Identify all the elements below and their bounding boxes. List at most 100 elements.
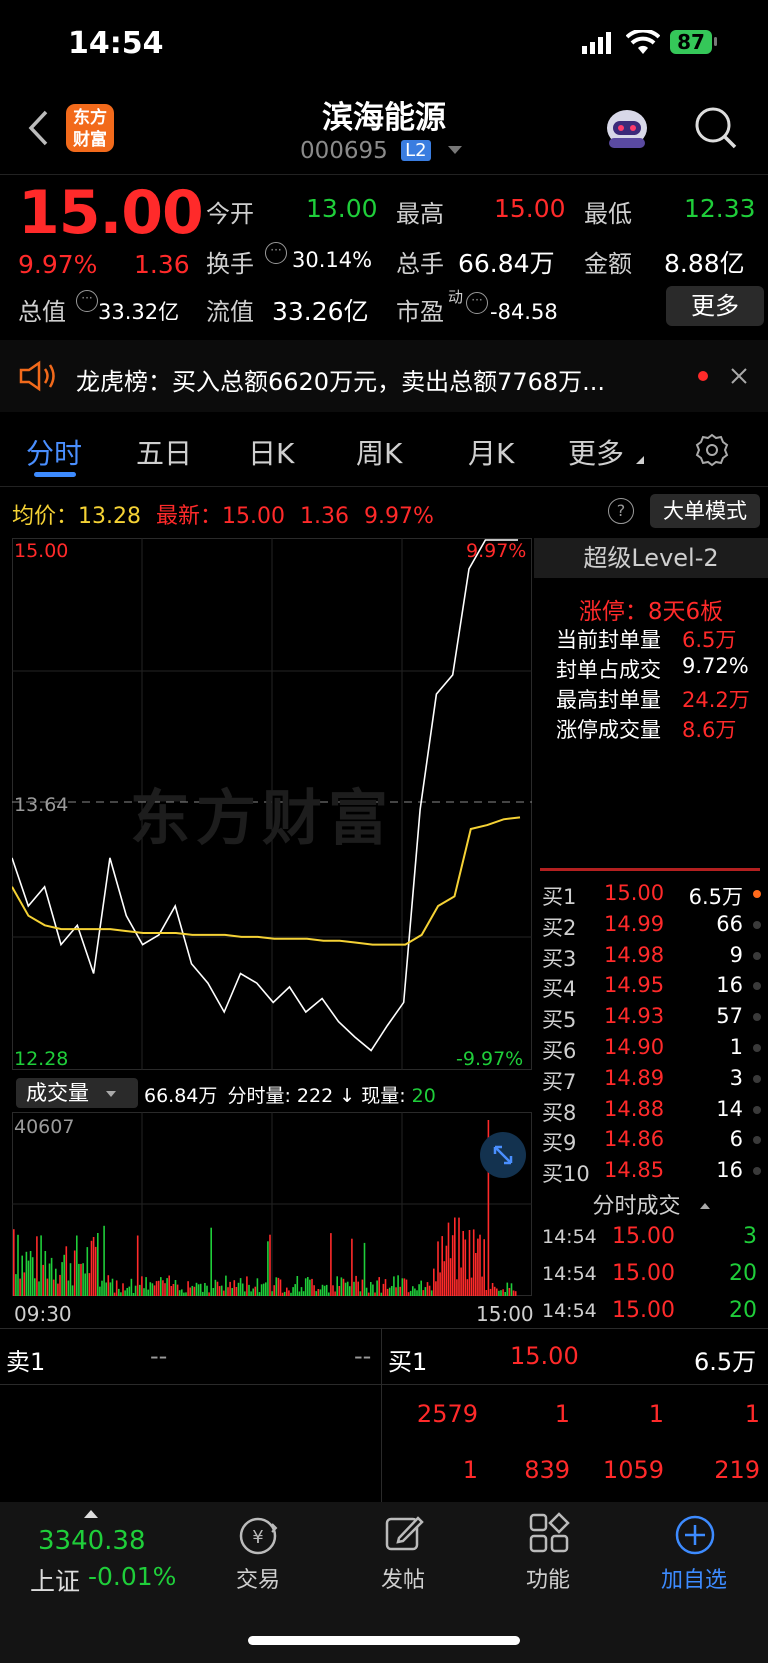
volume-bar bbox=[84, 1273, 86, 1296]
help-icon[interactable]: ? bbox=[608, 498, 634, 524]
volume-bar bbox=[40, 1235, 42, 1296]
volume-bar bbox=[372, 1284, 374, 1296]
volume-bar bbox=[510, 1283, 513, 1296]
bid-level-row[interactable]: 买6 14.90 1 bbox=[540, 1035, 765, 1065]
volume-bar bbox=[204, 1283, 206, 1296]
volume-bar bbox=[168, 1275, 170, 1296]
tab-five-day[interactable]: 五日 bbox=[136, 432, 192, 472]
index-name[interactable]: 上证 bbox=[30, 1562, 80, 1598]
bid1-price: 15.00 bbox=[510, 1342, 579, 1370]
volume-bar bbox=[439, 1272, 441, 1296]
volume-bar bbox=[21, 1255, 23, 1296]
index-pct[interactable]: -0.01% bbox=[88, 1562, 176, 1591]
bid-level-row[interactable]: 买2 14.99 66 bbox=[540, 912, 765, 942]
tab-weekly-k[interactable]: 周K bbox=[356, 432, 402, 472]
volume-bar bbox=[435, 1281, 437, 1296]
nav-post[interactable]: 发帖 bbox=[343, 1562, 463, 1594]
bid-level-row[interactable]: 买9 14.86 6 bbox=[540, 1127, 765, 1157]
bid-level-qty: 6.5万 bbox=[688, 885, 743, 909]
volume-bar bbox=[136, 1235, 139, 1296]
volume-bar bbox=[336, 1276, 338, 1296]
trade-icon[interactable]: ¥ bbox=[236, 1514, 280, 1562]
info-icon[interactable]: ··· bbox=[76, 290, 98, 312]
volume-bar bbox=[260, 1284, 263, 1296]
tick-row: 14:54 15.00 20 bbox=[540, 1298, 765, 1332]
volume-bar bbox=[449, 1258, 452, 1296]
nav-functions[interactable]: 功能 bbox=[488, 1562, 608, 1594]
market-cap-value: 33.32亿 bbox=[98, 300, 180, 324]
bid1-label: 买1 bbox=[388, 1348, 428, 1376]
robot-assistant-icon[interactable] bbox=[603, 104, 651, 156]
settings-icon[interactable] bbox=[694, 432, 730, 472]
avg-value: 13.28 bbox=[78, 504, 141, 529]
volume-bar bbox=[367, 1292, 370, 1296]
ticks-header[interactable]: 分时成交 bbox=[534, 1188, 768, 1219]
bid-level-row[interactable]: 买5 14.93 57 bbox=[540, 1004, 765, 1034]
nav-add-watchlist[interactable]: 加自选 bbox=[634, 1562, 754, 1594]
functions-icon[interactable] bbox=[528, 1512, 570, 1558]
volume-bar bbox=[15, 1274, 17, 1296]
open-label: 今开 bbox=[206, 200, 254, 228]
bid-level-row[interactable]: 买1 15.00 6.5万 bbox=[540, 881, 765, 911]
volume-bar bbox=[311, 1278, 313, 1296]
post-icon[interactable] bbox=[382, 1512, 426, 1560]
notice-text[interactable]: 龙虎榜：买入总额6620万元，卖出总额7768万... bbox=[76, 362, 676, 397]
volume-bar bbox=[185, 1292, 187, 1296]
bid-level-row[interactable]: 买7 14.89 3 bbox=[540, 1066, 765, 1096]
market-cap-label: 总值 bbox=[18, 298, 66, 326]
volume-bar bbox=[193, 1286, 196, 1296]
volume-bar bbox=[235, 1287, 238, 1296]
tab-monthly-k[interactable]: 月K bbox=[468, 432, 514, 472]
bid-level-row[interactable]: 买8 14.88 14 bbox=[540, 1097, 765, 1127]
close-icon[interactable] bbox=[729, 366, 749, 390]
volume-bar bbox=[147, 1289, 149, 1296]
volume-bar bbox=[298, 1291, 301, 1296]
tick-time: 14:54 bbox=[542, 1300, 597, 1322]
volume-bar bbox=[332, 1285, 334, 1296]
volume-bar bbox=[361, 1279, 364, 1296]
order-dot bbox=[753, 1013, 761, 1022]
volume-bar bbox=[109, 1282, 112, 1296]
large-order-mode-button[interactable]: 大单模式 bbox=[650, 494, 760, 528]
stock-code-selector[interactable]: 000695 L2 bbox=[300, 138, 462, 168]
pe-label: 市盈 bbox=[396, 298, 444, 326]
volume-bar bbox=[141, 1276, 143, 1296]
volume-chart[interactable] bbox=[12, 1112, 532, 1296]
order-dot bbox=[753, 1074, 761, 1083]
tick-time: 14:54 bbox=[542, 1263, 597, 1285]
volume-indicator-selector[interactable]: 成交量 bbox=[16, 1078, 138, 1108]
tab-intraday[interactable]: 分时 bbox=[26, 432, 82, 472]
volume-bar bbox=[437, 1241, 439, 1296]
volume-bar bbox=[443, 1261, 446, 1296]
index-value[interactable]: 3340.38 bbox=[38, 1526, 146, 1556]
chart-info-line: 均价：13.28 最新：15.00 1.36 9.97% bbox=[12, 498, 434, 530]
volume-bar bbox=[464, 1239, 467, 1296]
expand-icon[interactable] bbox=[480, 1132, 526, 1178]
volume-bar bbox=[502, 1289, 504, 1296]
amount-label: 金额 bbox=[584, 250, 632, 278]
volume-bar bbox=[25, 1251, 28, 1296]
bid-level-row[interactable]: 买3 14.98 9 bbox=[540, 943, 765, 973]
volume-bar bbox=[483, 1239, 485, 1296]
volume-bar bbox=[178, 1290, 181, 1296]
more-button[interactable]: 更多 bbox=[666, 286, 764, 326]
volume-bar bbox=[277, 1277, 280, 1296]
tab-more[interactable]: 更多 bbox=[568, 432, 624, 472]
speaker-icon bbox=[18, 360, 58, 396]
volume-bar bbox=[99, 1286, 101, 1296]
bid-level-row[interactable]: 买10 14.85 16 bbox=[540, 1158, 765, 1188]
tab-daily-k[interactable]: 日K bbox=[248, 432, 294, 472]
volume-bar bbox=[374, 1292, 376, 1296]
search-icon[interactable] bbox=[694, 106, 738, 154]
level2-title[interactable]: 超级Level-2 bbox=[534, 538, 768, 578]
volume-bar bbox=[504, 1292, 506, 1296]
add-watchlist-icon[interactable] bbox=[674, 1514, 716, 1560]
nav-trade[interactable]: 交易 bbox=[198, 1562, 318, 1594]
volume-bar bbox=[225, 1275, 227, 1296]
bid-level-row[interactable]: 买4 14.95 16 bbox=[540, 973, 765, 1003]
level2-stat-label: 当前封单量 bbox=[556, 628, 661, 652]
volume-bar bbox=[353, 1281, 355, 1296]
info-icon[interactable]: ··· bbox=[265, 242, 287, 264]
volume-bar bbox=[315, 1291, 317, 1296]
info-icon[interactable]: ··· bbox=[466, 292, 488, 314]
